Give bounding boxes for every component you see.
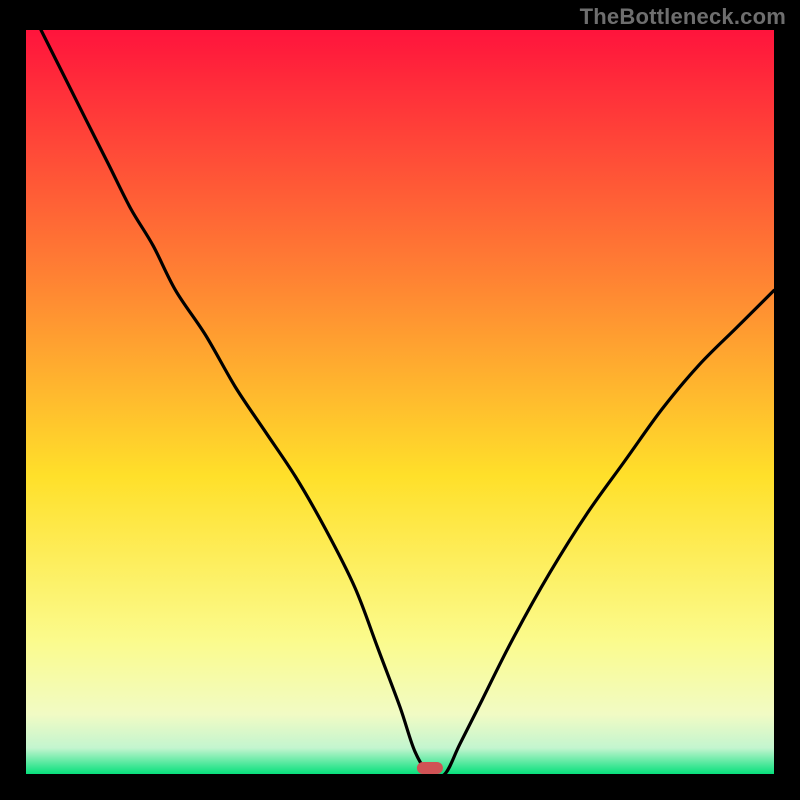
bottleneck-plot (26, 30, 774, 774)
gradient-background (26, 30, 774, 774)
watermark-text: TheBottleneck.com (580, 4, 786, 30)
chart-frame: TheBottleneck.com (0, 0, 800, 800)
minimum-marker (417, 762, 443, 774)
plot-svg (26, 30, 774, 774)
